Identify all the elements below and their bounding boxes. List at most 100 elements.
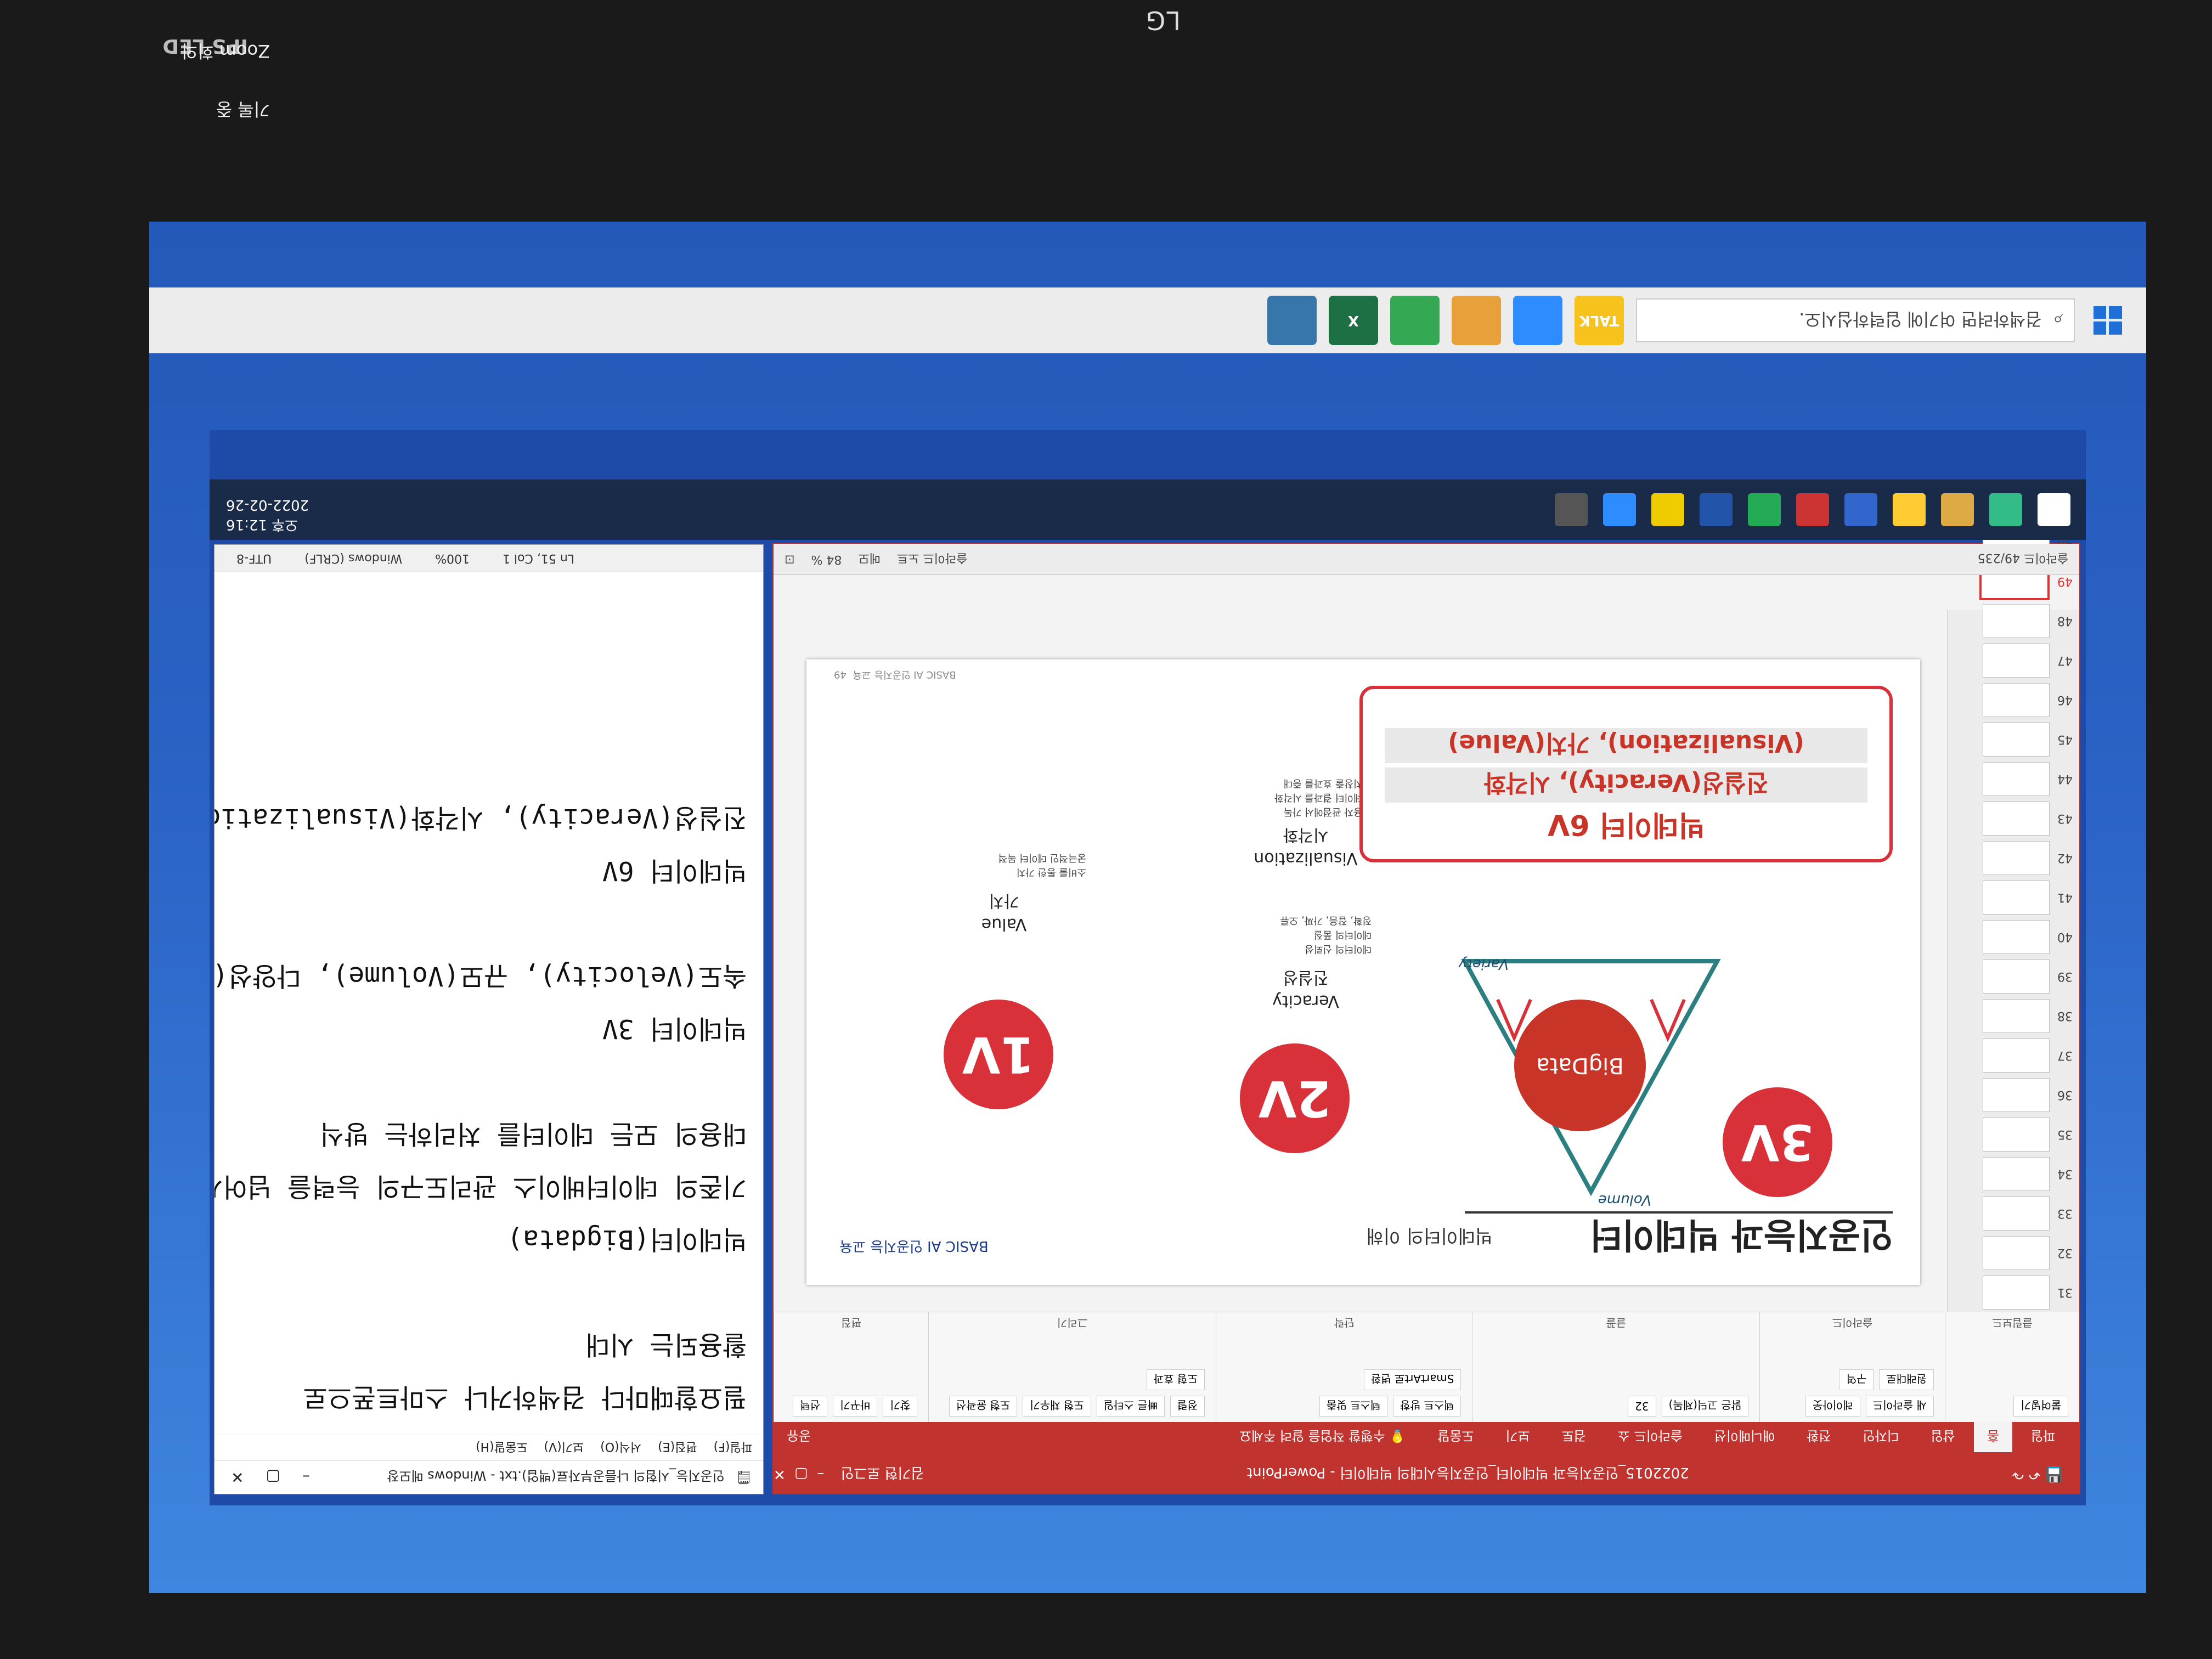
monitor-brand: LG	[1144, 5, 1181, 35]
notes-button[interactable]: 슬라이드 노트	[897, 551, 967, 568]
notepad-text-area[interactable]: 필요할때마다 검색하거나 스마트폰으로 활용되는 시대 빅데이터(Bigdata)…	[215, 634, 763, 1435]
autosave-icon[interactable]: 💾 ↶ ↷	[2012, 1466, 2063, 1482]
ribbon-tab[interactable]: 파일	[2018, 1422, 2068, 1452]
ribbon-group-label: 슬라이드	[1832, 1316, 1873, 1329]
word-icon[interactable]	[1700, 493, 1733, 526]
ribbon-button[interactable]: 텍스트 방향	[1393, 1396, 1462, 1417]
slide-thumbnail[interactable]: 33	[1948, 1194, 2079, 1233]
menu-item[interactable]: 보기(V)	[544, 1439, 584, 1457]
menu-item[interactable]: 파일(F)	[714, 1439, 752, 1457]
ribbon-button[interactable]: 새 슬라이드	[1865, 1396, 1934, 1417]
menu-item[interactable]: 서식(O)	[600, 1439, 641, 1457]
v-desc-line: 정확, 잡음, 가짜, 오류	[1280, 915, 1372, 926]
slide-thumbnail[interactable]: 35	[1948, 1115, 2079, 1154]
slide-number: 31	[2057, 1285, 2073, 1300]
slide-thumbnail[interactable]: 38	[1948, 996, 2079, 1036]
slide-thumbnail[interactable]: 40	[1948, 917, 2079, 957]
powerpoint-icon[interactable]	[1796, 493, 1829, 526]
ribbon-button[interactable]: 도형 채우기	[1023, 1396, 1091, 1417]
slide-thumbnail[interactable]: 46	[1948, 680, 2079, 720]
ribbon-tab[interactable]: 애니메이션	[1701, 1422, 1788, 1452]
slide-thumbnail[interactable]: 39	[1948, 957, 2079, 996]
ribbon-button[interactable]: 붙여넣기	[2013, 1396, 2068, 1417]
menu-item[interactable]: 도움말(H)	[476, 1439, 527, 1457]
slide-thumbnail[interactable]: 31	[1948, 1273, 2079, 1312]
notepad-title: 인공지능_시험의 나름공부자료(백업).txt - Windows 메모장	[387, 1468, 725, 1484]
v-item-value-desc: 소비를 통한 가치 궁극적인 데이터 목적	[998, 850, 1086, 879]
windows-start-icon[interactable]	[2086, 298, 2130, 342]
excel-icon[interactable]	[1748, 493, 1781, 526]
share-button[interactable]: 공유	[774, 1422, 824, 1452]
ribbon-button[interactable]: 도형 윤곽선	[949, 1396, 1018, 1417]
v-item-value: Value 가치	[949, 890, 1059, 934]
slide-thumbnail[interactable]: 37	[1948, 1036, 2079, 1075]
ribbon-button[interactable]: 도형 효과	[1146, 1369, 1205, 1390]
ribbon-button[interactable]: 바꾸기	[833, 1396, 878, 1417]
slide-canvas[interactable]: 인공지능과 빅데이터 빅데이터의 이해 BASIC AI 인공지능 교육 Big…	[806, 659, 1920, 1285]
slide-thumbnail[interactable]: 45	[1948, 720, 2079, 759]
slide-thumbnail[interactable]: 32	[1948, 1233, 2079, 1273]
menu-item[interactable]: 편집(E)	[658, 1439, 697, 1457]
slide-thumbnail[interactable]: 41	[1948, 878, 2079, 917]
ribbon-button[interactable]: 원래대로	[1879, 1369, 1934, 1390]
thumbnail-image	[1983, 1276, 2050, 1310]
slide-thumbnail[interactable]: 48	[1948, 601, 2079, 641]
folder-icon[interactable]	[1893, 493, 1926, 526]
ribbon-button[interactable]: 정렬	[1170, 1396, 1205, 1417]
ribbon-button[interactable]: 레이아웃	[1805, 1396, 1860, 1417]
tell-me-search[interactable]: 💡 수행할 작업을 알려 주세요	[1226, 1422, 1419, 1452]
slide-number: 47	[2057, 653, 2073, 668]
clock-time: 오후 12:16	[226, 516, 298, 533]
search-input[interactable]: ⌕ 검색하려면 여기에 입력하십시오.	[1636, 298, 2075, 342]
slide-thumbnail[interactable]: 44	[1948, 759, 2079, 799]
ribbon-tab[interactable]: 보기	[1492, 1422, 1543, 1452]
slide-thumbnail[interactable]: 43	[1948, 799, 2079, 838]
slide-thumbnail[interactable]: 34	[1948, 1154, 2079, 1194]
ribbon-button[interactable]: 32	[1628, 1396, 1656, 1417]
kakaotalk-icon[interactable]	[1651, 493, 1684, 526]
callout-line-2: (Visualization), 가치(Value)	[1385, 728, 1867, 763]
slide-thumbnail[interactable]: 42	[1948, 838, 2079, 878]
ribbon-button[interactable]: 구역	[1839, 1369, 1874, 1390]
chrome-icon[interactable]	[1390, 296, 1440, 345]
chrome-icon[interactable]	[1941, 493, 1974, 526]
window-controls[interactable]: – ▢ ✕	[215, 1469, 310, 1487]
text-line	[231, 897, 747, 950]
ribbon-button[interactable]: 빠른 스타일	[1096, 1396, 1165, 1417]
slide-thumbnail-pane[interactable]: 31 32 33 34 35 36 37 38 39 40 41 42 43 44 45 46 47 48 49 50	[1947, 525, 2079, 1312]
ribbon-tab[interactable]: 슬라이드 쇼	[1605, 1422, 1696, 1452]
callout-6v[interactable]: 빅데이터 6V 진실성(Veracity), 시각화 (Visualizatio…	[1359, 686, 1893, 862]
thumbnail-image	[1983, 802, 2050, 836]
ribbon-tab[interactable]: 디자인	[1849, 1422, 1912, 1452]
zoom-meeting-label[interactable]: Zoom 회의	[182, 40, 270, 65]
ribbon-button[interactable]: 찾기	[883, 1396, 918, 1417]
fit-slide-icon[interactable]: ⊡	[774, 552, 794, 566]
notepad-icon[interactable]	[1555, 493, 1588, 526]
slide-thumbnail[interactable]: 47	[1948, 641, 2079, 680]
pencil-icon[interactable]	[1452, 296, 1501, 345]
ribbon-button[interactable]: 선택	[793, 1396, 828, 1417]
kakaotalk-icon[interactable]: TALK	[1575, 296, 1624, 345]
edge-icon[interactable]	[1989, 493, 2022, 526]
ppt-user[interactable]: 김기현 로그인	[840, 1464, 924, 1485]
app-icon[interactable]	[1844, 493, 1877, 526]
excel-icon[interactable]: X	[1329, 296, 1378, 345]
ribbon-tab[interactable]: 도움말	[1424, 1422, 1487, 1452]
ribbon-button[interactable]: 텍스트 맞춤	[1319, 1396, 1388, 1417]
ribbon-tab[interactable]: 삽입	[1918, 1422, 1968, 1452]
ribbon-tab[interactable]: 검토	[1549, 1422, 1599, 1452]
ribbon-tab[interactable]: 홈	[1973, 1422, 2012, 1452]
ribbon-tab[interactable]: 전환	[1793, 1422, 1844, 1452]
comments-button[interactable]: 메모	[858, 551, 880, 568]
slide-thumbnail[interactable]: 36	[1948, 1075, 2079, 1115]
ribbon-button[interactable]: SmartArt로 변환	[1363, 1369, 1462, 1390]
window-controls[interactable]: – ▢ ✕	[774, 1466, 824, 1482]
python-icon[interactable]	[1267, 296, 1317, 345]
zoom-icon[interactable]	[1603, 493, 1636, 526]
ribbon-button[interactable]: 맑은 고딕(제목)	[1661, 1396, 1748, 1417]
v-desc-line: 데이터의 신뢰성	[1305, 943, 1372, 955]
thumbnail-image	[1983, 881, 2050, 915]
windows-start-icon[interactable]	[2038, 493, 2070, 526]
zoom-level[interactable]: 84 %	[811, 552, 842, 566]
zoom-icon[interactable]	[1513, 296, 1562, 345]
